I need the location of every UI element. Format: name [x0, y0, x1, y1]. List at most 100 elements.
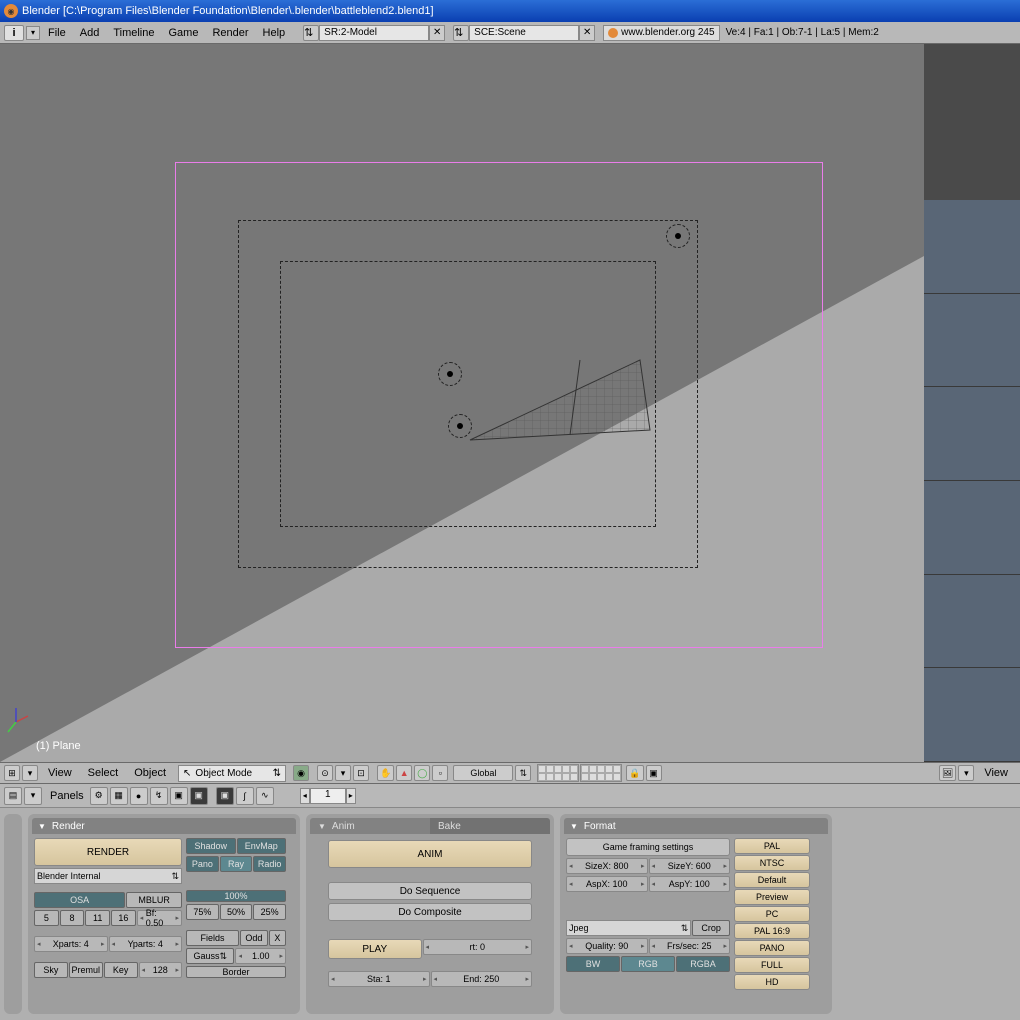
border-button[interactable]: Border	[186, 966, 286, 978]
crop-button[interactable]: Crop	[692, 920, 730, 936]
frame-next-icon[interactable]: ▸	[346, 788, 356, 804]
frame-input[interactable]: ◂ 1 ▸	[300, 788, 356, 804]
engine-selector[interactable]: Blender Internal⇅	[34, 868, 182, 884]
scene-selector[interactable]: ⇅ SCE:Scene ✕	[453, 25, 595, 41]
aspy-spinner[interactable]: AspY: 100	[649, 876, 731, 892]
tab-bake[interactable]: Bake	[430, 818, 550, 834]
window-type-icon[interactable]: ▤	[4, 787, 22, 805]
preset-default[interactable]: Default	[734, 872, 810, 888]
odd-button[interactable]: Odd	[240, 930, 268, 946]
scene-icon[interactable]: ▣	[190, 787, 208, 805]
sound-context-icon[interactable]: ∿	[256, 787, 274, 805]
gauss-button[interactable]: Gauss ⇅	[186, 948, 234, 964]
screen-name[interactable]: SR:2-Model	[319, 25, 429, 41]
75pct-button[interactable]: 75%	[186, 904, 219, 920]
osa-11-button[interactable]: 11	[85, 910, 110, 926]
yparts-spinner[interactable]: Yparts: 4	[109, 936, 183, 952]
xparts-spinner[interactable]: Xparts: 4	[34, 936, 108, 952]
menu-timeline[interactable]: Timeline	[113, 27, 154, 39]
100pct-button[interactable]: 100%	[186, 890, 286, 902]
menu-file[interactable]: File	[48, 27, 66, 39]
50pct-button[interactable]: 50%	[220, 904, 253, 920]
scene-browse-icon[interactable]: ⇅	[453, 25, 469, 41]
lock-icon[interactable]: 🔒	[626, 765, 643, 781]
format-panel-header[interactable]: ▼Format	[564, 818, 828, 834]
shadow-button[interactable]: Shadow	[186, 838, 236, 854]
sizey-spinner[interactable]: SizeY: 600	[649, 858, 731, 874]
screen-selector[interactable]: ⇅ SR:2-Model ✕	[303, 25, 445, 41]
ray-button[interactable]: Ray	[220, 856, 253, 872]
rotate-icon[interactable]: ◯	[414, 765, 430, 781]
format-selector[interactable]: Jpeg⇅	[566, 920, 691, 936]
manipulator-icon[interactable]: ⊡	[353, 765, 369, 781]
shading-icon[interactable]: ●	[130, 787, 148, 805]
viewport-3d[interactable]: (1) Plane	[0, 44, 924, 762]
info-button[interactable]: i	[4, 25, 24, 41]
hand-icon[interactable]: ✋	[377, 765, 394, 781]
blender-link[interactable]: www.blender.org 245	[603, 25, 719, 41]
bf-spinner[interactable]: Bf: 0.50	[137, 910, 182, 926]
preset-preview[interactable]: Preview	[734, 889, 810, 905]
frame-prev-icon[interactable]: ◂	[300, 788, 310, 804]
menu-add[interactable]: Add	[80, 27, 100, 39]
translate-icon[interactable]: ▲	[396, 765, 412, 781]
preset-full[interactable]: FULL	[734, 957, 810, 973]
script-icon[interactable]: ▦	[110, 787, 128, 805]
anim-context-icon[interactable]: ∫	[236, 787, 254, 805]
dropdown-icon[interactable]: ▾	[958, 765, 974, 781]
menu-render[interactable]: Render	[212, 27, 248, 39]
screen-browse-icon[interactable]: ⇅	[303, 25, 319, 41]
game-framing-button[interactable]: Game framing settings	[566, 838, 730, 856]
pivot-dropdown-icon[interactable]: ▾	[335, 765, 351, 781]
object-icon[interactable]: ↯	[150, 787, 168, 805]
render-context-icon[interactable]: ▣	[216, 787, 234, 805]
rgb-button[interactable]: RGB	[621, 956, 675, 972]
image-window-icon[interactable]: 🖼	[939, 765, 956, 781]
menu-view[interactable]: View	[48, 767, 72, 779]
end-spinner[interactable]: End: 250	[431, 971, 533, 987]
octree-spinner[interactable]: 128	[139, 962, 182, 978]
play-button[interactable]: PLAY	[328, 939, 422, 959]
pano-button[interactable]: Pano	[186, 856, 219, 872]
sky-button[interactable]: Sky	[34, 962, 68, 978]
mode-selector[interactable]: ↖ Object Mode ⇅	[178, 765, 286, 782]
osa-8-button[interactable]: 8	[60, 910, 85, 926]
camera-marker[interactable]	[438, 362, 462, 386]
lamp-marker[interactable]	[448, 414, 472, 438]
rgba-button[interactable]: RGBA	[676, 956, 730, 972]
logic-icon[interactable]: ⚙	[90, 787, 108, 805]
radio-button[interactable]: Radio	[253, 856, 286, 872]
preset-ntsc[interactable]: NTSC	[734, 855, 810, 871]
screen-close-icon[interactable]: ✕	[429, 25, 445, 41]
preset-hd[interactable]: HD	[734, 974, 810, 990]
pivot-icon[interactable]: ⊙	[317, 765, 333, 781]
shading-icon[interactable]: ◉	[293, 765, 309, 781]
dropdown-icon[interactable]: ▾	[26, 26, 40, 40]
menu-select[interactable]: Select	[88, 767, 119, 779]
orientation-selector[interactable]: Global	[453, 765, 513, 781]
x-button[interactable]: X	[269, 930, 286, 946]
osa-16-button[interactable]: 16	[111, 910, 136, 926]
gauss-spinner[interactable]: 1.00	[235, 948, 286, 964]
editing-icon[interactable]: ▣	[170, 787, 188, 805]
sizex-spinner[interactable]: SizeX: 800	[566, 858, 648, 874]
fields-button[interactable]: Fields	[186, 930, 239, 946]
menu-help[interactable]: Help	[263, 27, 286, 39]
render-border-icon[interactable]: ▣	[646, 765, 662, 781]
preset-pano[interactable]: PANO	[734, 940, 810, 956]
25pct-button[interactable]: 25%	[253, 904, 286, 920]
frame-value[interactable]: 1	[310, 788, 346, 804]
do-composite-button[interactable]: Do Composite	[328, 903, 532, 921]
envmap-button[interactable]: EnvMap	[237, 838, 287, 854]
dropdown-icon[interactable]: ▾	[22, 765, 38, 781]
preset-pal[interactable]: PAL	[734, 838, 810, 854]
window-type-icon[interactable]: ⊞	[4, 765, 20, 781]
mblur-button[interactable]: MBLUR	[126, 892, 182, 908]
premul-button[interactable]: Premul	[69, 962, 103, 978]
bw-button[interactable]: BW	[566, 956, 620, 972]
scene-close-icon[interactable]: ✕	[579, 25, 595, 41]
layer-buttons[interactable]	[537, 764, 622, 782]
mesh-plane[interactable]	[460, 340, 660, 460]
menu-game[interactable]: Game	[168, 27, 198, 39]
scene-name[interactable]: SCE:Scene	[469, 25, 579, 41]
